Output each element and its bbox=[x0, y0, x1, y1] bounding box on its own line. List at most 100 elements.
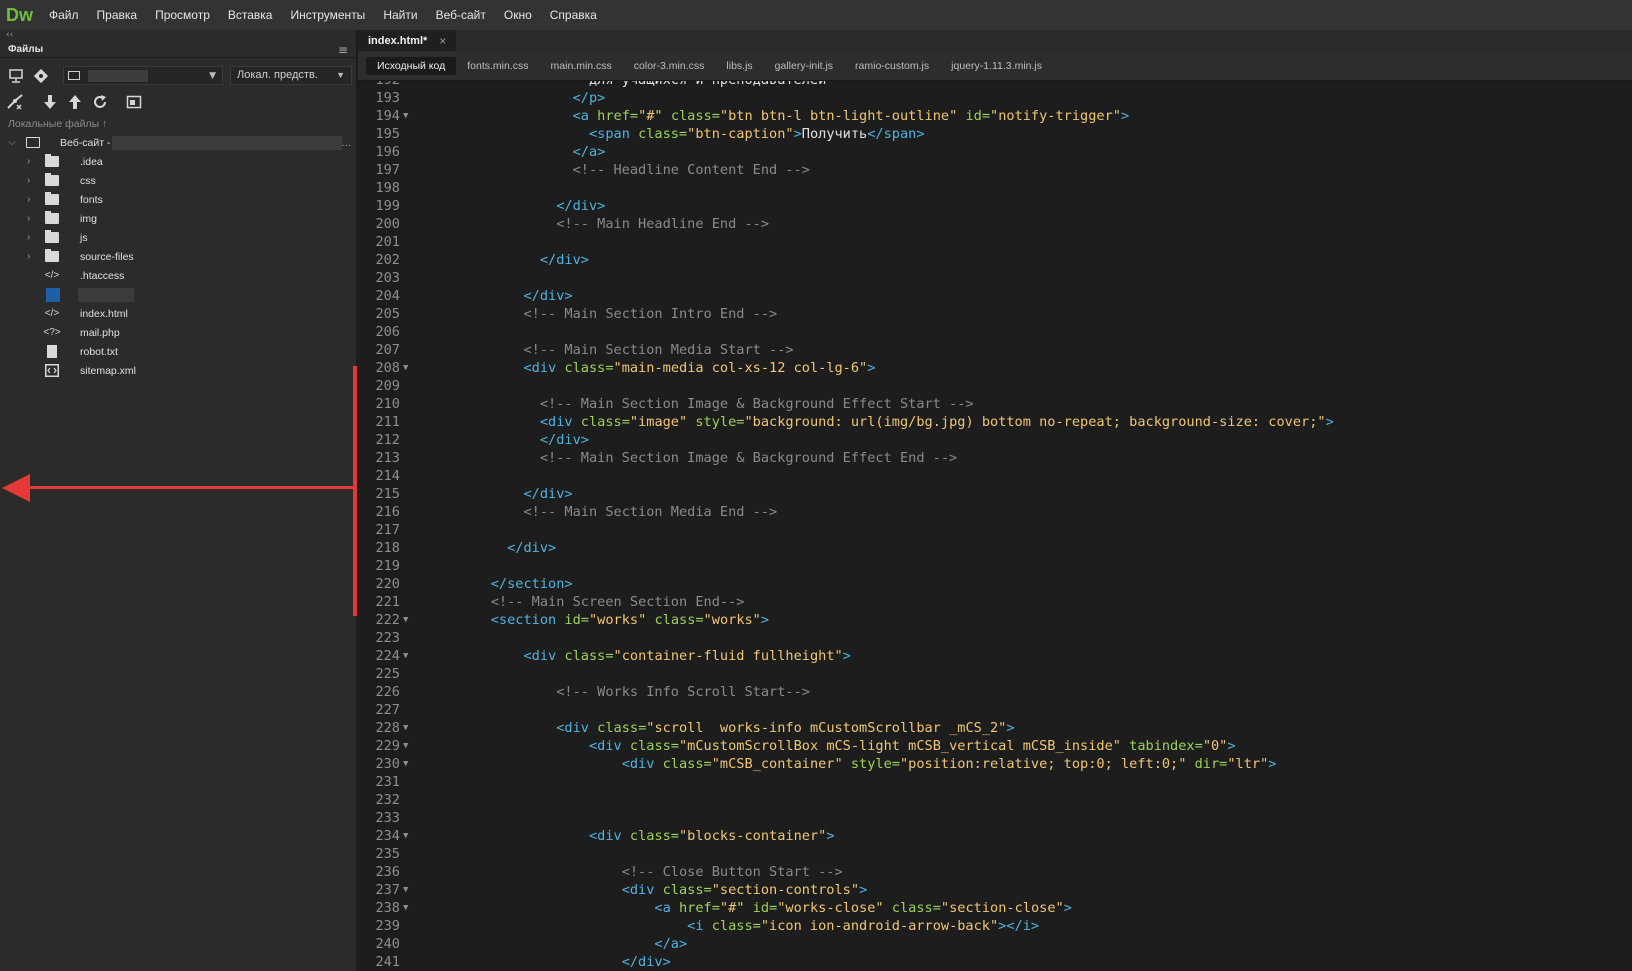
related-file[interactable]: gallery-init.js bbox=[764, 57, 844, 75]
fold-toggle-icon[interactable]: ▼ bbox=[403, 107, 408, 125]
code-line[interactable]: 205 <!-- Main Section Intro End --> bbox=[358, 305, 1632, 323]
tree-item-file[interactable]: robot.txt bbox=[0, 342, 357, 361]
related-file-source[interactable]: Исходный код bbox=[366, 56, 457, 75]
code-line[interactable]: 195 <span class="btn-caption">Получить</… bbox=[358, 125, 1632, 143]
tree-item-file[interactable] bbox=[0, 285, 357, 304]
code-line[interactable]: 192 для учащихся и преподавателей bbox=[358, 81, 1632, 89]
code-line[interactable]: 226 <!-- Works Info Scroll Start--> bbox=[358, 683, 1632, 701]
menu-tools[interactable]: Инструменты bbox=[281, 8, 374, 22]
code-line[interactable]: 196 </a> bbox=[358, 143, 1632, 161]
code-line[interactable]: 193 </p> bbox=[358, 89, 1632, 107]
panel-menu-icon[interactable]: ≡ bbox=[338, 43, 348, 57]
menu-site[interactable]: Веб-сайт bbox=[427, 8, 495, 22]
menu-insert[interactable]: Вставка bbox=[219, 8, 282, 22]
code-line[interactable]: 222 ▼ <section id="works" class="works"> bbox=[358, 611, 1632, 629]
tree-item-folder[interactable]: › .idea bbox=[0, 152, 357, 171]
code-line[interactable]: 217 bbox=[358, 521, 1632, 539]
code-line[interactable]: 197 <!-- Headline Content End --> bbox=[358, 161, 1632, 179]
expand-panel-icon[interactable] bbox=[125, 93, 143, 111]
code-line[interactable]: 200 <!-- Main Headline End --> bbox=[358, 215, 1632, 233]
code-line[interactable]: 229 ▼ <div class="mCustomScrollBox mCS-li… bbox=[358, 737, 1632, 755]
chevron-right-icon[interactable]: › bbox=[27, 213, 30, 224]
code-line[interactable]: 234 ▼ <div class="blocks-container"> bbox=[358, 827, 1632, 845]
code-line[interactable]: 221 <!-- Main Screen Section End--> bbox=[358, 593, 1632, 611]
menu-find[interactable]: Найти bbox=[374, 8, 426, 22]
fold-toggle-icon[interactable]: ▼ bbox=[403, 647, 408, 665]
code-line[interactable]: 215 </div> bbox=[358, 485, 1632, 503]
disconnect-icon[interactable] bbox=[6, 93, 24, 111]
tree-item-folder[interactable]: › fonts bbox=[0, 190, 357, 209]
code-line[interactable]: 219 bbox=[358, 557, 1632, 575]
get-files-icon[interactable] bbox=[41, 93, 59, 111]
tree-item-folder[interactable]: › source-files bbox=[0, 247, 357, 266]
code-line[interactable]: 207 <!-- Main Section Media Start --> bbox=[358, 341, 1632, 359]
tree-item-file[interactable]: <?> mail.php bbox=[0, 323, 357, 342]
fold-toggle-icon[interactable]: ▼ bbox=[403, 827, 408, 845]
code-line[interactable]: 209 bbox=[358, 377, 1632, 395]
code-line[interactable]: 237 ▼ <div class="section-controls"> bbox=[358, 881, 1632, 899]
code-line[interactable]: 220 </section> bbox=[358, 575, 1632, 593]
tree-item-folder[interactable]: › css bbox=[0, 171, 357, 190]
code-line[interactable]: 208 ▼ <div class="main-media col-xs-12 co… bbox=[358, 359, 1632, 377]
chevron-right-icon[interactable]: › bbox=[27, 194, 30, 205]
tree-root[interactable]: ⌵ Веб-сайт - … bbox=[0, 133, 357, 152]
code-line[interactable]: 233 bbox=[358, 809, 1632, 827]
put-files-icon[interactable] bbox=[66, 93, 84, 111]
code-line[interactable]: 239 <i class="icon ion-android-arrow-bac… bbox=[358, 917, 1632, 935]
related-file[interactable]: libs.js bbox=[715, 57, 763, 75]
code-area[interactable]: 192 для учащихся и преподавателей193 </p… bbox=[358, 81, 1632, 971]
related-file[interactable]: color-3.min.css bbox=[623, 57, 716, 75]
code-line[interactable]: 194 ▼ <a href="#" class="btn btn-l btn-li… bbox=[358, 107, 1632, 125]
tree-item-file[interactable]: </> .htaccess bbox=[0, 266, 357, 285]
chevron-right-icon[interactable]: › bbox=[27, 251, 30, 262]
chevron-right-icon[interactable]: › bbox=[27, 156, 30, 167]
site-select-dropdown[interactable]: ▼ bbox=[63, 66, 223, 85]
refresh-icon[interactable] bbox=[91, 93, 109, 111]
tab-index-html[interactable]: index.html* × bbox=[358, 30, 457, 51]
code-line[interactable]: 206 bbox=[358, 323, 1632, 341]
code-line[interactable]: 225 bbox=[358, 665, 1632, 683]
fold-toggle-icon[interactable]: ▼ bbox=[403, 611, 408, 629]
git-icon[interactable] bbox=[32, 67, 50, 85]
code-line[interactable]: 199 </div> bbox=[358, 197, 1632, 215]
tree-item-file[interactable]: sitemap.xml bbox=[0, 361, 357, 380]
menu-edit[interactable]: Правка bbox=[88, 8, 147, 22]
code-line[interactable]: 203 bbox=[358, 269, 1632, 287]
connect-server-icon[interactable] bbox=[7, 67, 25, 85]
menu-view[interactable]: Просмотр bbox=[146, 8, 219, 22]
chevron-right-icon[interactable]: › bbox=[27, 232, 30, 243]
code-line[interactable]: 240 </a> bbox=[358, 935, 1632, 953]
code-line[interactable]: 198 bbox=[358, 179, 1632, 197]
tree-item-folder[interactable]: › img bbox=[0, 209, 357, 228]
tree-item-file[interactable]: </> index.html bbox=[0, 304, 357, 323]
code-line[interactable]: 232 bbox=[358, 791, 1632, 809]
menu-file[interactable]: Файл bbox=[40, 8, 88, 22]
code-line[interactable]: 218 </div> bbox=[358, 539, 1632, 557]
code-line[interactable]: 201 bbox=[358, 233, 1632, 251]
code-line[interactable]: 213 <!-- Main Section Image & Background… bbox=[358, 449, 1632, 467]
tree-item-folder[interactable]: › js bbox=[0, 228, 357, 247]
related-file[interactable]: jquery-1.11.3.min.js bbox=[940, 57, 1053, 75]
code-line[interactable]: 231 bbox=[358, 773, 1632, 791]
chevron-right-icon[interactable]: › bbox=[27, 175, 30, 186]
code-line[interactable]: 228 ▼ <div class="scroll works-info mCust… bbox=[358, 719, 1632, 737]
view-select-dropdown[interactable]: Локал. предств. ▼ bbox=[230, 66, 352, 85]
code-line[interactable]: 212 </div> bbox=[358, 431, 1632, 449]
related-file[interactable]: ramio-custom.js bbox=[844, 57, 940, 75]
code-line[interactable]: 202 </div> bbox=[358, 251, 1632, 269]
more-icon[interactable]: … bbox=[341, 137, 352, 149]
collapse-panel-icon[interactable]: ‹‹ bbox=[0, 30, 356, 42]
code-line[interactable]: 230 ▼ <div class="mCSB_container" style="… bbox=[358, 755, 1632, 773]
menu-window[interactable]: Окно bbox=[495, 8, 541, 22]
code-line[interactable]: 214 bbox=[358, 467, 1632, 485]
code-line[interactable]: 227 bbox=[358, 701, 1632, 719]
code-line[interactable]: 235 bbox=[358, 845, 1632, 863]
fold-toggle-icon[interactable]: ▼ bbox=[403, 737, 408, 755]
code-line[interactable]: 210 <!-- Main Section Image & Background… bbox=[358, 395, 1632, 413]
fold-toggle-icon[interactable]: ▼ bbox=[403, 719, 408, 737]
code-line[interactable]: 211 <div class="image" style="background… bbox=[358, 413, 1632, 431]
code-line[interactable]: 224 ▼ <div class="container-fluid fullhei… bbox=[358, 647, 1632, 665]
code-line[interactable]: 216 <!-- Main Section Media End --> bbox=[358, 503, 1632, 521]
close-icon[interactable]: × bbox=[439, 34, 446, 48]
code-line[interactable]: 238 ▼ <a href="#" id="works-close" class=… bbox=[358, 899, 1632, 917]
